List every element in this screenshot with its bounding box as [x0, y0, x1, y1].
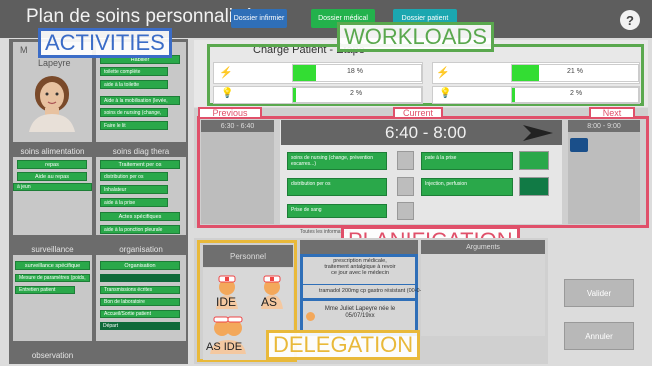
activity-item[interactable]: Aide à la mobilisation (levée,: [100, 96, 180, 105]
specific-acts-select[interactable]: Actes spécifiques: [100, 212, 180, 221]
patient-avatar: [25, 72, 79, 132]
activities-overlay-label: ACTIVITIES: [38, 28, 172, 58]
patient-name: Lapeyre: [38, 58, 71, 68]
help-icon[interactable]: ?: [620, 10, 640, 30]
patient-initial: M: [20, 45, 28, 55]
pain-icon: ⚡: [219, 67, 233, 79]
activity-item[interactable]: aide à la ponction pleurale: [100, 225, 180, 234]
next-slot[interactable]: [568, 120, 640, 224]
alimentation-header: soins alimentation: [13, 145, 92, 157]
pain-icon: ⚡: [436, 67, 450, 79]
task-icon[interactable]: [397, 177, 414, 196]
organisation-select[interactable]: Organisation: [100, 261, 180, 270]
role-ide[interactable]: IDE: [216, 295, 236, 309]
meal-help-select[interactable]: Aide au repas: [17, 172, 87, 181]
workload-percent: 2 %: [350, 90, 363, 97]
observation-header: observation: [13, 348, 92, 362]
activity-item[interactable]: [100, 274, 180, 282]
next-arrow-icon[interactable]: [523, 123, 553, 143]
role-as-ide[interactable]: AS IDE: [206, 341, 242, 353]
task-card[interactable]: distribution per os: [287, 178, 387, 196]
activity-item[interactable]: Bon de laboratoire: [100, 298, 180, 306]
workload-bar: [293, 65, 316, 81]
activity-item[interactable]: Accueil/Sortie patient: [100, 310, 180, 318]
current-time: 6:40 - 8:00: [385, 123, 467, 142]
task-icon[interactable]: [519, 177, 549, 196]
message-text: tramadol 200mg cp gastro résistant (00-0…: [319, 288, 427, 294]
message-text: Mme Juliet Lapeyre née le 05/07/19xx: [324, 306, 396, 319]
role-as[interactable]: AS: [261, 295, 277, 309]
previous-label: Previous: [198, 107, 262, 119]
surveillance-select[interactable]: surveillance spécifique: [15, 261, 90, 270]
arguments-header: Arguments: [421, 240, 545, 254]
page-title: Plan de soins personnalisé: [26, 6, 254, 27]
diag-thera-header: soins diag thera: [96, 145, 186, 157]
task-card[interactable]: soins de nursing (change, prévention esc…: [287, 152, 387, 170]
organisation-header: organisation: [96, 243, 186, 255]
messages-header: [300, 240, 418, 254]
task-card[interactable]: pate à la prise: [421, 152, 513, 170]
activity-item[interactable]: soins de nursing (change,: [100, 108, 168, 117]
activity-item[interactable]: Départ: [100, 322, 180, 330]
treatment-select[interactable]: Traitement per os: [100, 160, 180, 169]
workload-bar: [293, 88, 296, 102]
task-icon[interactable]: [397, 202, 414, 220]
nurse-record-button[interactable]: Dossier infirmier: [231, 9, 287, 28]
previous-slot[interactable]: [201, 120, 274, 224]
activity-item[interactable]: Transmissions écrites: [100, 286, 180, 294]
arguments-panel: [421, 254, 545, 336]
task-card[interactable]: Prise de sang: [287, 204, 387, 218]
meal-select[interactable]: repas: [17, 160, 87, 169]
next-label: Next: [589, 107, 635, 119]
activity-item[interactable]: aide à la toilette: [100, 80, 168, 89]
activity-item[interactable]: distribution per os: [100, 172, 168, 181]
message-text: prescription médicale, traitement antalg…: [324, 258, 396, 276]
surveillance-header: surveillance: [13, 243, 92, 255]
activity-item[interactable]: Entretien patient: [15, 286, 75, 294]
workload-bar: [512, 65, 539, 81]
delegation-overlay-label: DELEGATION: [266, 330, 421, 360]
current-label: Current: [393, 107, 443, 119]
activity-item[interactable]: Inhalateur: [100, 185, 168, 194]
task-mini-icon[interactable]: [570, 138, 588, 152]
workload-percent: 2 %: [570, 90, 583, 97]
next-time: 8:00 - 9:00: [568, 120, 640, 132]
activity-item[interactable]: Faire le lit: [100, 121, 168, 130]
personnel-header: Personnel: [203, 245, 293, 267]
previous-time: 6:30 - 6:40: [201, 120, 274, 132]
bulb-icon: 💡: [221, 88, 234, 99]
cancel-button[interactable]: Annuler: [564, 322, 634, 350]
task-icon[interactable]: [397, 151, 414, 170]
workload-bar: [512, 88, 515, 102]
activity-item[interactable]: Mesure de paramètres (poids,: [15, 274, 90, 282]
activity-item[interactable]: à jeun: [13, 183, 92, 191]
task-icon[interactable]: [519, 151, 549, 170]
nurse-mini-icon: [306, 312, 315, 321]
activity-item[interactable]: toilette complète: [100, 67, 168, 76]
workloads-overlay-label: WORKLOADS: [337, 22, 495, 52]
validate-button[interactable]: Valider: [564, 279, 634, 307]
workload-percent: 18 %: [347, 68, 363, 75]
activity-item[interactable]: aide à la prise: [100, 198, 168, 207]
workload-percent: 21 %: [567, 68, 583, 75]
task-card[interactable]: Injection, perfusion: [421, 178, 513, 196]
bulb-icon: 💡: [439, 88, 452, 99]
